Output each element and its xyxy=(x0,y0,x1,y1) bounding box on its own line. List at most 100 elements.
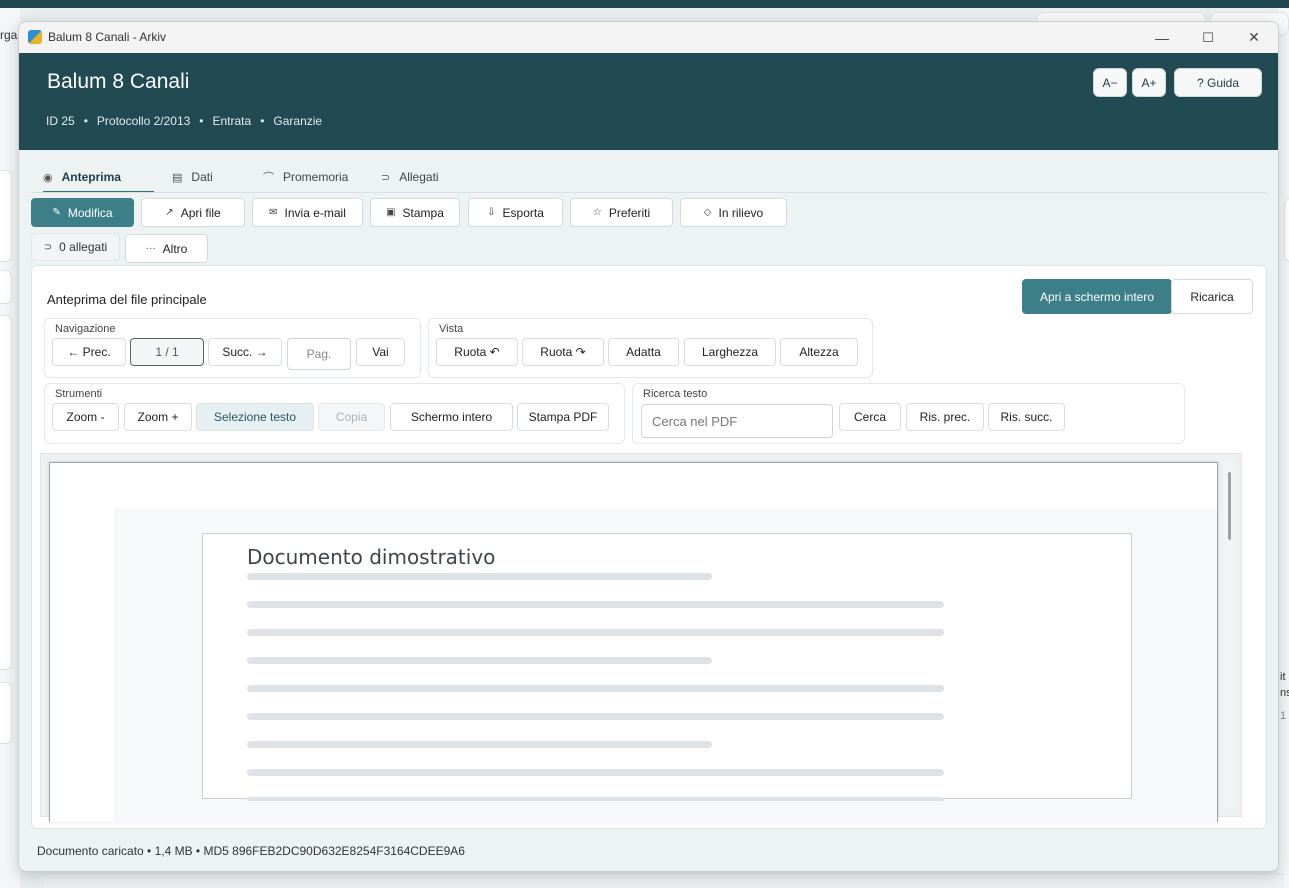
open-fullscreen-button[interactable]: Apri a schermo intero xyxy=(1022,279,1172,314)
search-group: Ricerca testo Cerca nel PDF Cerca Ris. p… xyxy=(632,383,1185,444)
eye-icon: ◉ xyxy=(43,171,53,184)
zoom-out-button[interactable]: Zoom - xyxy=(52,403,119,431)
document-icon: ▤ xyxy=(172,171,183,184)
app-icon xyxy=(28,30,42,44)
highlight-button[interactable]: ◇ In rilievo xyxy=(680,198,787,227)
background-card xyxy=(1284,198,1289,262)
send-email-button[interactable]: ✉ Invia e-mail xyxy=(252,198,363,227)
open-file-button[interactable]: ↗ Apri file xyxy=(141,198,245,227)
button-label: 0 allegati xyxy=(59,240,108,254)
paperclip-icon: ⊃ xyxy=(43,241,53,253)
pdf-viewer[interactable]: Documento dimostrativo xyxy=(40,453,1242,823)
text-line xyxy=(247,657,712,664)
text-line xyxy=(247,713,944,720)
fit-width-button[interactable]: Larghezza xyxy=(684,338,776,366)
mail-icon: ✉ xyxy=(269,207,278,218)
group-label: Vista xyxy=(439,323,464,335)
fit-height-button[interactable]: Altezza xyxy=(780,338,858,366)
document-title: Documento dimostrativo xyxy=(247,545,496,569)
background-right-text: it xyxy=(1280,671,1286,683)
text-line xyxy=(247,769,944,776)
pencil-icon: ✎ xyxy=(52,207,61,218)
button-label: Modifica xyxy=(67,205,113,220)
tab-label: Allegati xyxy=(399,170,439,184)
tools-group: Strumenti Zoom - Zoom + Selezione testo … xyxy=(44,383,625,444)
ellipsis-icon: ··· xyxy=(145,243,156,254)
background-left-text: rga xyxy=(0,28,18,42)
group-label: Navigazione xyxy=(55,323,116,335)
fullscreen-button[interactable]: Schermo intero xyxy=(390,403,513,431)
page-indicator: 1 / 1 xyxy=(130,338,204,366)
text-line xyxy=(247,601,944,608)
window-title: Balum 8 Canali - Arkiv xyxy=(48,30,167,44)
page-number-input[interactable]: Pag. xyxy=(287,338,351,370)
record-meta: ID 25 • Protocollo 2/2013 • Entrata • Ga… xyxy=(46,114,322,128)
navigation-group: Navigazione ← Prec. 1 / 1 Succ. → Pag. V… xyxy=(44,318,421,378)
maximize-button[interactable]: ☐ xyxy=(1185,22,1231,53)
rotate-left-button[interactable]: Ruota ↶ xyxy=(436,338,518,366)
viewer-scrollbar[interactable] xyxy=(1224,462,1235,808)
meta-separator: • xyxy=(260,114,265,128)
next-page-button[interactable]: Succ. → xyxy=(208,338,282,366)
next-result-button[interactable]: Ris. succ. xyxy=(988,403,1065,431)
favorites-button[interactable]: ☆ Preferiti xyxy=(570,198,673,227)
pdf-search-input[interactable]: Cerca nel PDF xyxy=(641,404,833,438)
tab-allegati[interactable]: ⊃ Allegati xyxy=(381,162,471,192)
attachments-count-button[interactable]: ⊃ 0 allegati xyxy=(31,233,120,261)
tab-promemoria[interactable]: ⌒ Promemoria xyxy=(263,162,381,192)
prev-page-button[interactable]: ← Prec. xyxy=(52,338,126,366)
previous-result-button[interactable]: Ris. prec. xyxy=(906,403,984,431)
view-group: Vista Ruota ↶ Ruota ↷ Adatta Larghezza A… xyxy=(428,318,873,378)
background-bottom xyxy=(44,873,1284,888)
close-button[interactable]: ✕ xyxy=(1231,22,1277,53)
tab-anteprima[interactable]: ◉ Anteprima xyxy=(43,162,154,193)
minimize-button[interactable]: — xyxy=(1139,22,1185,53)
bell-icon: ⌒ xyxy=(263,172,274,184)
more-button[interactable]: ··· Altro xyxy=(125,234,208,263)
record-header: Balum 8 Canali ID 25 • Protocollo 2/2013… xyxy=(19,53,1278,150)
scrollbar-thumb[interactable] xyxy=(1228,472,1231,540)
edit-button[interactable]: ✎ Modifica xyxy=(31,198,134,227)
button-label: Apri file xyxy=(180,205,221,220)
app-window: Balum 8 Canali - Arkiv — ☐ ✕ Balum 8 Can… xyxy=(18,21,1279,872)
reload-button[interactable]: Ricarica xyxy=(1171,279,1253,314)
window-titlebar: Balum 8 Canali - Arkiv — ☐ ✕ xyxy=(19,22,1278,53)
fit-button[interactable]: Adatta xyxy=(608,338,679,366)
copy-button[interactable]: Copia xyxy=(318,403,385,431)
font-larger-button[interactable]: A+ xyxy=(1132,68,1166,97)
button-label: In rilievo xyxy=(718,205,764,220)
tab-label: Anteprima xyxy=(61,170,121,184)
text-line xyxy=(247,685,944,692)
preview-title: Anteprima del file principale xyxy=(47,292,207,307)
print-button[interactable]: ▣ Stampa xyxy=(370,198,460,227)
tab-bar: ◉ Anteprima ▤ Dati ⌒ Promemoria ⊃ Allega… xyxy=(43,162,471,193)
select-text-button[interactable]: Selezione testo xyxy=(196,403,314,431)
status-text: Documento caricato • 1,4 MB • MD5 896FEB… xyxy=(37,844,465,858)
tabs-divider xyxy=(31,192,1267,193)
export-button[interactable]: ⇩ Esporta xyxy=(468,198,563,227)
star-icon: ☆ xyxy=(592,207,602,218)
background-right-text: nsi xyxy=(1280,687,1289,699)
record-title: Balum 8 Canali xyxy=(47,70,190,93)
help-button[interactable]: ? Guida xyxy=(1174,68,1262,97)
rotate-right-button[interactable]: Ruota ↷ xyxy=(522,338,604,366)
zoom-in-button[interactable]: Zoom + xyxy=(124,403,192,431)
go-button[interactable]: Vai xyxy=(356,338,405,366)
group-label: Ricerca testo xyxy=(643,388,708,400)
download-icon: ⇩ xyxy=(487,207,496,218)
meta-separator: • xyxy=(199,114,204,128)
search-button[interactable]: Cerca xyxy=(839,403,901,431)
tab-dati[interactable]: ▤ Dati xyxy=(172,162,263,192)
open-external-icon: ↗ xyxy=(165,207,174,218)
background-card xyxy=(0,682,12,744)
background-right-text: 1 xyxy=(1280,710,1287,722)
preview-panel: Anteprima del file principale Apri a sch… xyxy=(31,265,1267,829)
tab-label: Promemoria xyxy=(283,170,349,184)
button-label: Altro xyxy=(162,241,188,256)
print-pdf-button[interactable]: Stampa PDF xyxy=(517,403,609,431)
background-top-bar xyxy=(0,0,1289,8)
meta-id: ID 25 xyxy=(46,114,75,128)
font-smaller-button[interactable]: A− xyxy=(1093,68,1127,97)
background-card xyxy=(0,270,12,304)
button-label: Esporta xyxy=(502,205,544,220)
